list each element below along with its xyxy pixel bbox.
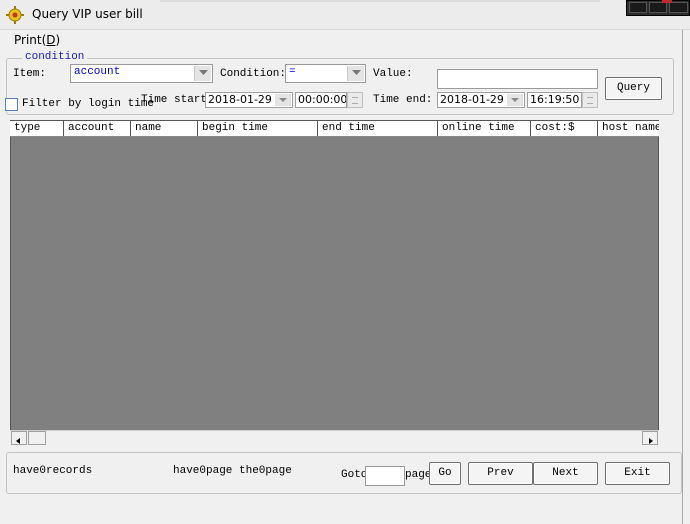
- condition-legend: condition: [22, 51, 88, 63]
- time-end-label: Time end:: [373, 94, 433, 106]
- scroll-left-button[interactable]: [11, 431, 27, 445]
- spin-down-icon: [352, 103, 358, 104]
- item-label: Item:: [13, 68, 47, 80]
- prev-button[interactable]: Prev: [468, 462, 533, 485]
- chevron-down-icon[interactable]: [194, 66, 211, 81]
- title-bar-divider: [160, 0, 600, 2]
- current-page: the0page: [239, 465, 292, 477]
- time-start-time[interactable]: 00:00:00: [295, 92, 347, 108]
- minimize-button[interactable]: [629, 2, 647, 13]
- spin-up-icon: [352, 97, 358, 98]
- item-select[interactable]: account: [70, 64, 213, 83]
- scroll-right-button[interactable]: [642, 431, 658, 445]
- filter-login-time-label: Filter by login time: [22, 98, 155, 110]
- scrollbar-thumb[interactable]: [28, 431, 46, 445]
- page-label: page: [405, 469, 432, 481]
- query-button[interactable]: Query: [605, 77, 662, 100]
- condition-select-value: =: [289, 66, 296, 78]
- records-count: have0records: [13, 465, 93, 477]
- next-button[interactable]: Next: [533, 462, 598, 485]
- filter-login-time-checkbox[interactable]: [5, 98, 18, 111]
- time-end-date-value: 2018-01-29: [440, 93, 504, 106]
- spin-up-icon: [587, 97, 593, 98]
- time-end-date[interactable]: 2018-01-29: [437, 92, 525, 108]
- go-button[interactable]: Go: [429, 462, 461, 485]
- window-right-border: [682, 30, 683, 524]
- chevron-down-icon[interactable]: [347, 66, 364, 81]
- spin-down-icon: [587, 103, 593, 104]
- menu-bar: [0, 31, 690, 51]
- time-start-spinner[interactable]: [347, 92, 363, 108]
- value-label: Value:: [373, 68, 413, 80]
- close-button[interactable]: [669, 2, 688, 13]
- time-end-spinner[interactable]: [582, 92, 598, 108]
- goto-page-input[interactable]: [365, 466, 405, 486]
- bill-table[interactable]: [10, 120, 659, 446]
- exit-button[interactable]: Exit: [605, 462, 670, 485]
- close-indicator: [662, 0, 672, 3]
- time-start-label: Time start:: [141, 94, 214, 106]
- menu-print[interactable]: Print(D): [14, 33, 60, 47]
- column-header-host-name[interactable]: host name: [598, 121, 659, 136]
- time-start-date[interactable]: 2018-01-29: [205, 92, 293, 108]
- column-header-online-time[interactable]: online time: [438, 121, 531, 136]
- condition-label: Condition:: [220, 68, 287, 80]
- column-header-type[interactable]: type: [10, 121, 64, 136]
- column-header-name[interactable]: name: [131, 121, 198, 136]
- page-count: have0page: [173, 465, 233, 477]
- condition-select[interactable]: =: [285, 64, 366, 83]
- time-end-time[interactable]: 16:19:50: [527, 92, 582, 108]
- horizontal-scrollbar[interactable]: [10, 430, 659, 446]
- time-start-date-value: 2018-01-29: [208, 93, 272, 106]
- calendar-dropdown-icon[interactable]: [507, 94, 523, 106]
- column-header-cost[interactable]: cost:$: [531, 121, 598, 136]
- column-header-end-time[interactable]: end time: [318, 121, 438, 136]
- gear-sun-icon: [6, 6, 24, 24]
- goto-label: Goto: [341, 469, 368, 481]
- calendar-dropdown-icon[interactable]: [275, 94, 291, 106]
- table-header: type account name begin time end time on…: [10, 121, 659, 137]
- item-select-value: account: [74, 66, 121, 78]
- window-title: Query VIP user bill: [32, 7, 143, 21]
- maximize-button[interactable]: [649, 2, 667, 13]
- column-header-account[interactable]: account: [64, 121, 131, 136]
- value-input[interactable]: [437, 69, 598, 89]
- column-header-begin-time[interactable]: begin time: [198, 121, 318, 136]
